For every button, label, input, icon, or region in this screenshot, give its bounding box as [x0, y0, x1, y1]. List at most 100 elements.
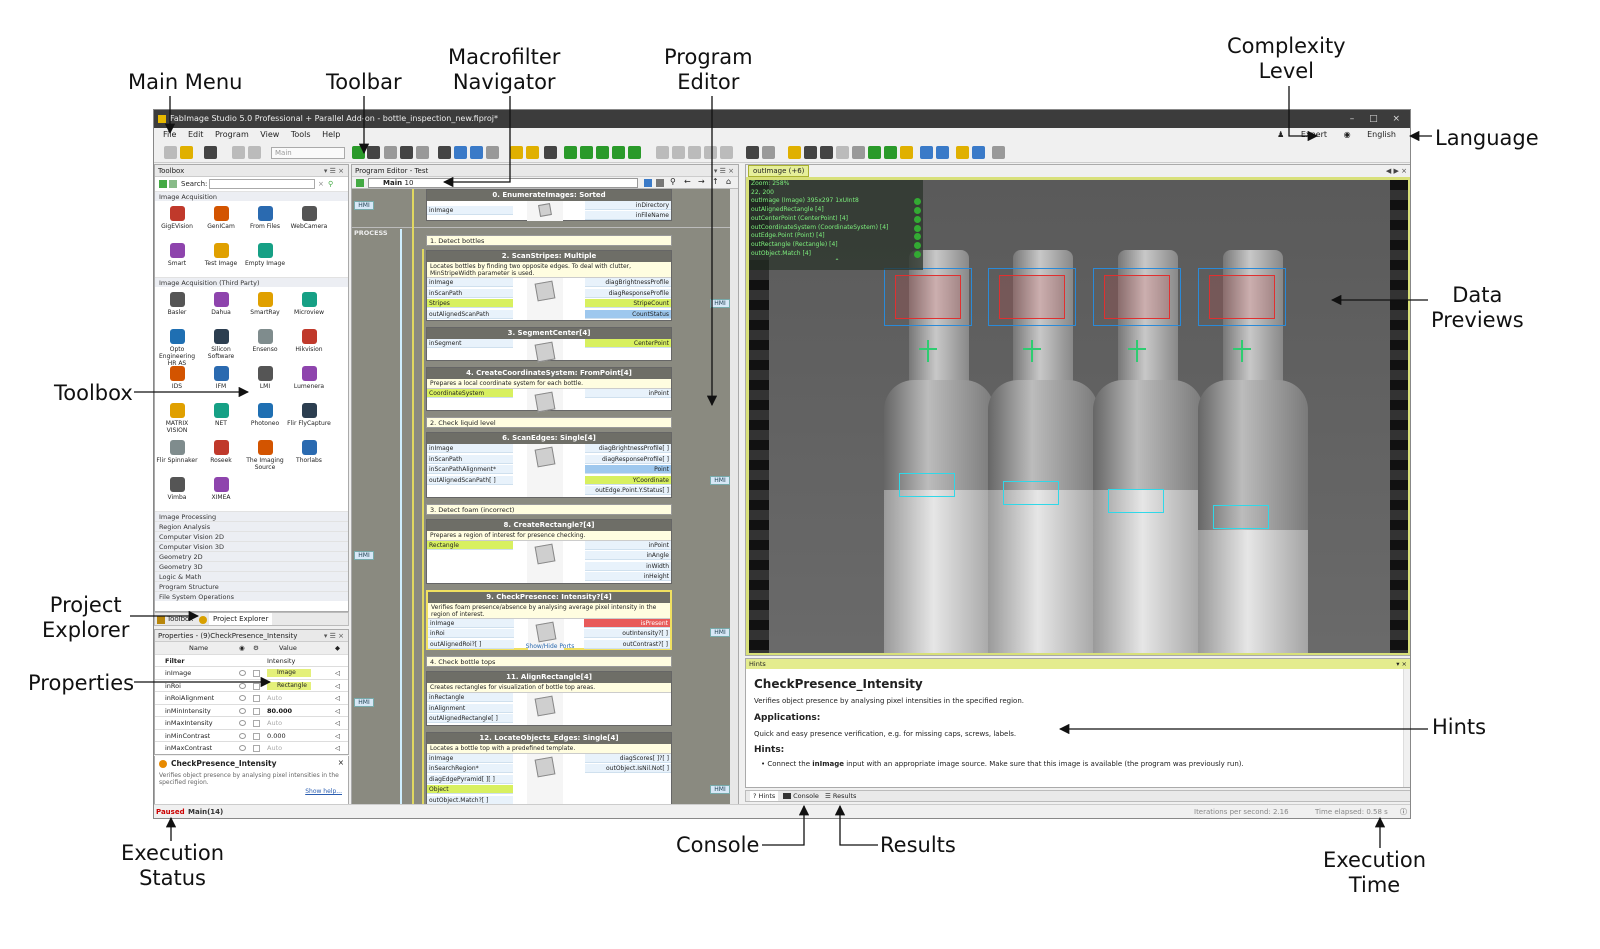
tool-silicon-software[interactable]: Silicon Software — [199, 326, 243, 363]
move-icon[interactable] — [884, 146, 897, 159]
input-port[interactable]: outAlignedRectangle[ ] — [427, 714, 513, 723]
visibility-icon[interactable] — [239, 682, 246, 689]
input-port[interactable]: CoordinateSystem — [427, 389, 513, 398]
pause-icon[interactable] — [384, 146, 397, 159]
property-checkbox[interactable] — [253, 670, 260, 677]
menu-tools[interactable]: Tools — [291, 130, 311, 139]
input-port[interactable]: inImage — [427, 206, 513, 215]
input-port[interactable]: inScanPathAlignment* — [427, 465, 513, 474]
tool-dahua[interactable]: Dahua — [199, 289, 243, 326]
property-row[interactable]: inImage Image ◁ — [155, 667, 348, 680]
input-port[interactable]: inAlignment — [427, 703, 513, 713]
input-port[interactable]: inRectangle — [427, 693, 513, 702]
export-icon[interactable] — [526, 146, 539, 159]
output-port[interactable]: outObject.IsNil.Not[ ] — [585, 764, 671, 773]
categories-icon[interactable] — [159, 180, 167, 188]
block-4-createcoordinatesystem-frompoint-4[interactable]: 4. CreateCoordinateSystem: FromPoint[4] P… — [426, 367, 672, 413]
macrofilter-path[interactable]: Main 10 — [368, 178, 638, 188]
toolbox-category-collapsed[interactable]: Geometry 2D — [155, 551, 348, 561]
stop-icon[interactable] — [400, 146, 413, 159]
connect-port-icon[interactable]: ◁ — [335, 680, 340, 692]
property-value[interactable]: Auto — [267, 717, 282, 729]
layer-toggle-icon[interactable] — [914, 198, 921, 206]
tool-matrix-vision[interactable]: MATRIX VISION — [155, 400, 199, 437]
filter-value[interactable]: Intensity — [267, 655, 295, 667]
output-port[interactable]: CenterPoint — [585, 339, 671, 348]
hmi-icon[interactable] — [720, 146, 733, 159]
menu-program[interactable]: Program — [215, 130, 249, 139]
editor-pane-buttons[interactable]: ▾ ☰ × — [714, 165, 734, 177]
tool-gigevision[interactable]: GigEVision — [155, 203, 199, 240]
visibility-icon[interactable] — [239, 695, 246, 701]
navigator-tree-icon[interactable] — [356, 179, 364, 187]
hmi-badge[interactable]: HMI — [710, 785, 730, 794]
toolbox-category-collapsed[interactable]: File System Operations — [155, 591, 348, 601]
tool-webcamera[interactable]: WebCamera — [287, 203, 331, 240]
tool-test-image[interactable]: Test Image — [199, 240, 243, 277]
output-port[interactable]: Point — [585, 465, 671, 474]
grid-view-icon[interactable] — [972, 146, 985, 159]
property-row[interactable]: inRoiAlignment Auto ◁ — [155, 692, 348, 705]
property-value[interactable]: 0.000 — [267, 730, 286, 742]
output-port[interactable]: inDirectory — [585, 201, 671, 210]
tool-ensenso[interactable]: Ensenso — [243, 326, 287, 363]
run-icon[interactable] — [352, 146, 365, 159]
layer-row[interactable]: outObject.Match [4] — [751, 250, 923, 259]
layer-row[interactable]: outRectangle (Rectangle) [4] — [751, 241, 923, 250]
block-12-locateobjects-edges-single-4[interactable]: 12. LocateObjects_Edges: Single[4] Locate… — [426, 731, 672, 804]
layer-toggle-icon[interactable] — [914, 207, 921, 215]
clear-search-icon[interactable]: × — [318, 177, 324, 191]
input-port[interactable]: Rectangle — [427, 540, 513, 550]
view-single-icon[interactable] — [656, 146, 669, 159]
tool-lumenera[interactable]: Lumenera — [287, 363, 331, 400]
toolbox-category[interactable]: Image Acquisition (Third Party) — [155, 277, 348, 287]
tool-opto-engineering-hr-as[interactable]: Opto Engineering HR AS — [155, 326, 199, 367]
tab-hints[interactable]: ? Hints — [750, 791, 779, 801]
navigator-up-icon[interactable]: ↑ — [712, 177, 719, 186]
block-comment[interactable]: 2. Check liquid level — [426, 417, 672, 428]
input-port[interactable]: diagEdgePyramid[ ][ ] — [427, 774, 513, 784]
connect-port-icon[interactable]: ◁ — [335, 667, 340, 679]
tool-net[interactable]: NET — [199, 400, 243, 437]
tool-the-imaging-source[interactable]: The Imaging Source — [243, 437, 287, 474]
block-comment[interactable]: 4. Check bottle tops — [426, 656, 672, 667]
input-port[interactable]: outAlignedScanPath — [427, 309, 513, 319]
layer-row[interactable]: outCenterPoint (CenterPoint) [4] — [751, 215, 923, 224]
output-port[interactable]: inWidth — [585, 561, 671, 571]
toolbox-category-collapsed[interactable]: Logic & Math — [155, 571, 348, 581]
property-value[interactable]: Rectangle — [267, 681, 311, 690]
help-icon[interactable] — [762, 146, 775, 159]
tool-ids[interactable]: IDS — [155, 363, 199, 400]
tool-hikvision[interactable]: Hikvision — [287, 326, 331, 363]
input-port[interactable]: inScanPath — [427, 454, 513, 464]
tool-photoneo[interactable]: Photoneo — [243, 400, 287, 437]
info-circle-icon[interactable]: ⓘ — [1400, 805, 1407, 818]
output-port[interactable]: outContrast?[ ] — [584, 639, 670, 649]
tab-project-explorer[interactable]: Project Explorer — [209, 613, 273, 625]
output-port[interactable]: inPoint — [585, 540, 671, 550]
angle-icon[interactable] — [868, 146, 881, 159]
layout-5-icon[interactable] — [628, 146, 641, 159]
output-port[interactable]: isPresent — [584, 618, 670, 628]
input-port[interactable]: inSegment — [427, 339, 513, 348]
navigator-zoom-icon[interactable]: ⚲ — [670, 177, 676, 186]
tool-ifm[interactable]: IFM — [199, 363, 243, 400]
output-port[interactable]: inHeight — [585, 572, 671, 581]
input-port[interactable]: outAlignedScanPath[ ] — [427, 475, 513, 485]
layer-toggle-icon[interactable] — [914, 215, 921, 223]
input-port[interactable]: inImage — [427, 753, 513, 763]
macrofilter-select[interactable]: Main — [271, 147, 345, 159]
layout-4-icon[interactable] — [612, 146, 625, 159]
pane-buttons[interactable]: ▾ ☰ × — [324, 165, 344, 177]
hmi-badge[interactable]: HMI — [354, 551, 374, 560]
visibility-icon[interactable] — [239, 745, 246, 751]
property-value[interactable]: Image — [267, 669, 311, 677]
property-value[interactable]: Auto — [267, 692, 282, 704]
property-checkbox[interactable] — [253, 707, 260, 715]
tool-genicam[interactable]: GenICam — [199, 203, 243, 240]
info-icon[interactable] — [956, 146, 969, 159]
tip-close-icon[interactable]: × — [338, 758, 344, 767]
navigator-forward-icon[interactable]: → — [698, 177, 705, 186]
output-port[interactable]: diagResponseProfile[ ] — [585, 454, 671, 464]
editor-scrollbar[interactable] — [730, 189, 738, 804]
